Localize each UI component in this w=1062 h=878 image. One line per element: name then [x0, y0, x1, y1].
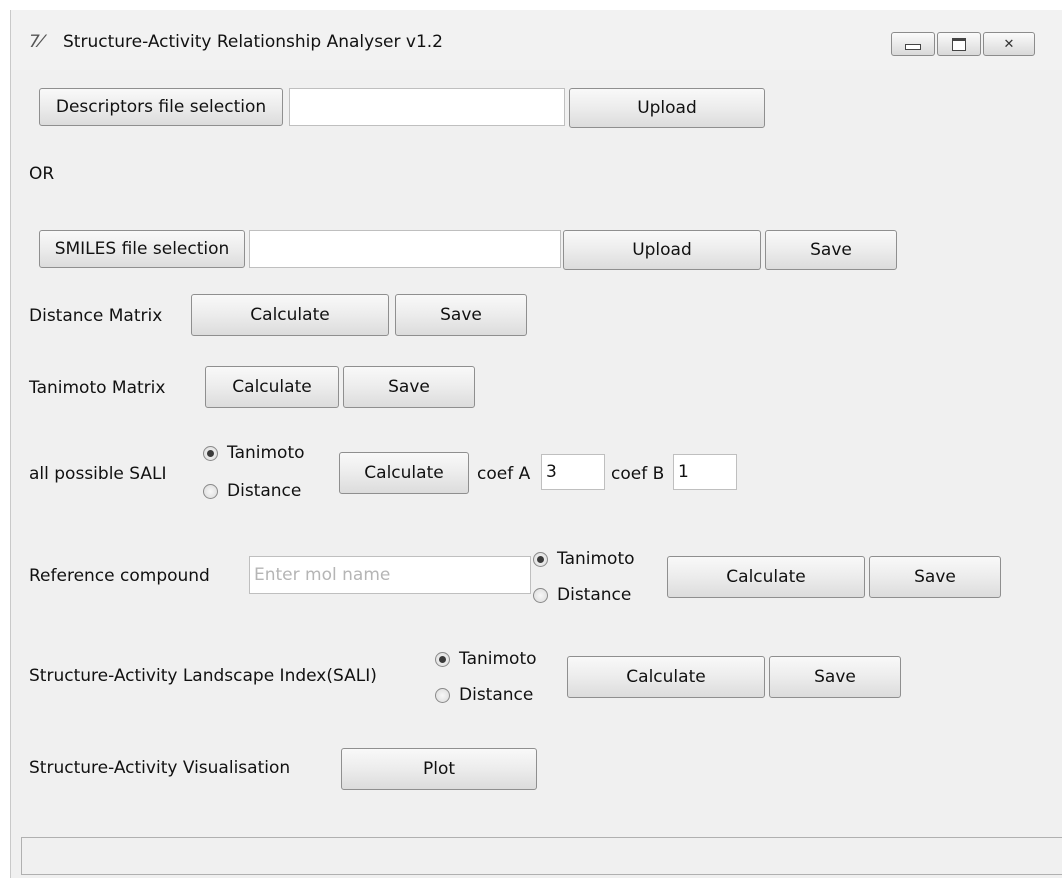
all-sali-label: all possible SALI — [29, 464, 167, 484]
sali-save-button[interactable]: Save — [769, 656, 901, 698]
smiles-file-path-input[interactable] — [249, 230, 561, 268]
visualisation-label: Structure-Activity Visualisation — [29, 758, 291, 778]
distance-matrix-save-button[interactable]: Save — [395, 294, 527, 336]
maximize-icon — [952, 37, 966, 51]
reference-calculate-button[interactable]: Calculate — [667, 556, 865, 598]
smiles-file-select-button[interactable]: SMILES file selection — [39, 230, 245, 268]
status-bar — [21, 837, 1062, 875]
app-window: 7⁄ Structure-Activity Relationship Analy… — [10, 10, 1062, 878]
tk-feather-icon: 7⁄ — [29, 32, 43, 52]
reference-save-button[interactable]: Save — [869, 556, 1001, 598]
sali-radio-distance-label: Distance — [459, 685, 534, 705]
distance-matrix-label: Distance Matrix — [29, 306, 163, 326]
reference-radio-distance-label: Distance — [557, 585, 632, 605]
sali-radio-distance[interactable]: Distance — [435, 682, 533, 708]
descriptors-upload-button[interactable]: Upload — [569, 88, 765, 128]
title-bar: 7⁄ Structure-Activity Relationship Analy… — [11, 10, 1062, 70]
distance-matrix-calculate-button[interactable]: Calculate — [191, 294, 389, 336]
radio-selected-icon — [533, 551, 548, 567]
tanimoto-matrix-calculate-button[interactable]: Calculate — [205, 366, 339, 408]
descriptors-file-select-button[interactable]: Descriptors file selection — [39, 88, 283, 126]
reference-compound-label: Reference compound — [29, 566, 210, 586]
radio-unselected-icon — [533, 587, 548, 603]
coef-b-input[interactable]: 1 — [673, 454, 737, 490]
coef-a-input[interactable]: 3 — [541, 454, 605, 490]
sali-label: Structure-Activity Landscape Index(SALI) — [29, 666, 377, 686]
all-sali-calculate-button[interactable]: Calculate — [339, 452, 469, 494]
close-button[interactable]: ✕ — [983, 32, 1035, 56]
sali-calculate-button[interactable]: Calculate — [567, 656, 765, 698]
radio-unselected-icon — [435, 687, 450, 703]
smiles-save-button[interactable]: Save — [765, 230, 897, 270]
reference-radio-tanimoto[interactable]: Tanimoto — [533, 546, 635, 572]
reference-radio-distance[interactable]: Distance — [533, 582, 631, 608]
coef-a-label: coef A — [477, 464, 531, 484]
all-sali-radio-distance-label: Distance — [227, 481, 302, 501]
radio-selected-icon — [203, 445, 218, 461]
reference-radio-tanimoto-label: Tanimoto — [557, 549, 635, 569]
window-title: Structure-Activity Relationship Analyser… — [63, 32, 443, 52]
minimize-icon — [905, 44, 921, 50]
maximize-button[interactable] — [937, 32, 981, 56]
reference-compound-input[interactable]: Enter mol name — [249, 556, 531, 594]
all-sali-radio-distance[interactable]: Distance — [203, 478, 301, 504]
coef-b-label: coef B — [611, 464, 665, 484]
tanimoto-matrix-label: Tanimoto Matrix — [29, 378, 166, 398]
close-icon: ✕ — [1003, 36, 1015, 52]
all-sali-radio-tanimoto[interactable]: Tanimoto — [203, 440, 305, 466]
plot-button[interactable]: Plot — [341, 748, 537, 790]
all-sali-radio-tanimoto-label: Tanimoto — [227, 443, 305, 463]
tanimoto-matrix-save-button[interactable]: Save — [343, 366, 475, 408]
radio-selected-icon — [435, 651, 450, 667]
smiles-upload-button[interactable]: Upload — [563, 230, 761, 270]
minimize-button[interactable] — [891, 32, 935, 56]
descriptors-file-path-input[interactable] — [289, 88, 565, 126]
sali-radio-tanimoto[interactable]: Tanimoto — [435, 646, 537, 672]
radio-unselected-icon — [203, 483, 218, 499]
or-label: OR — [29, 164, 55, 184]
sali-radio-tanimoto-label: Tanimoto — [459, 649, 537, 669]
